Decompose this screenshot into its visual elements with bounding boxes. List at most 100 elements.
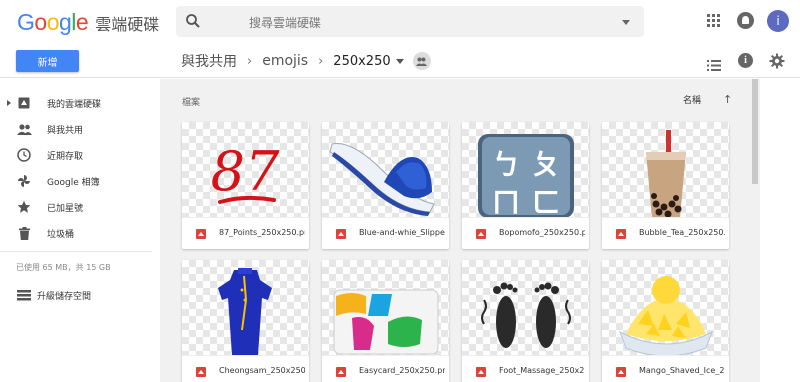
list-view-icon[interactable] (707, 56, 721, 75)
easycard-emoji-image (333, 289, 439, 355)
file-thumbnail (182, 260, 309, 355)
file-name: Cheongsam_250x250.png (219, 366, 305, 375)
sidebar-item-label: Google 相簿 (47, 177, 100, 188)
star-icon (16, 199, 32, 215)
image-file-icon (336, 229, 346, 239)
sidebar-item-trash[interactable]: 垃圾桶 (0, 221, 160, 245)
file-card[interactable]: Mango_Shaved_Ice_250x250.png (602, 260, 729, 382)
svg-text:ㄈ: ㄈ (532, 186, 560, 217)
file-caption: Blue-and-whie_Slippers_250x250.png (322, 217, 449, 249)
sidebar-item-recent[interactable]: 近期存取 (0, 143, 160, 167)
87-points-emoji-image: 87 (211, 140, 280, 204)
breadcrumb: 與我共用 › emojis › 250x250 (181, 51, 431, 71)
photos-pinwheel-icon (16, 173, 32, 189)
file-name: Bopomofo_250x250.png (499, 228, 585, 237)
chevron-right-icon: › (247, 53, 253, 69)
storage-stack-icon (17, 286, 31, 305)
files-section-heading: 檔案 (182, 98, 201, 108)
trash-icon (16, 225, 32, 241)
file-card[interactable]: Easycard_250x250.png (322, 260, 449, 382)
file-card[interactable]: Bubble_Tea_250x250.png (602, 122, 729, 249)
file-thumbnail (602, 260, 729, 355)
file-caption: 87_Points_250x250.png (182, 217, 309, 249)
google-drive-logo[interactable]: Google 雲端硬碟 (17, 9, 160, 35)
sort-control[interactable]: 名稱 ↑ (683, 93, 732, 106)
file-name: 87_Points_250x250.png (219, 228, 305, 237)
new-button[interactable]: 新增 (16, 50, 79, 72)
svg-text:ㄆ: ㄆ (532, 148, 560, 181)
bopomofo-emoji-image: ㄅ ㄆ ㄇ ㄈ (478, 134, 574, 217)
info-icon[interactable]: i (738, 53, 753, 68)
account-avatar[interactable]: i (767, 10, 789, 32)
search-input[interactable]: 搜尋雲端硬碟 (249, 14, 321, 31)
file-name: Easycard_250x250.png (359, 366, 445, 375)
drive-icon (16, 95, 32, 111)
slipper-emoji-image (329, 143, 435, 216)
apps-grid-icon[interactable] (707, 14, 720, 27)
upgrade-storage-label: 升級儲存空間 (37, 291, 92, 302)
file-thumbnail: ㄅ ㄆ ㄇ ㄈ (462, 122, 589, 217)
sidebar-item-label: 垃圾桶 (47, 229, 75, 240)
file-thumbnail (602, 122, 729, 217)
settings-gear-icon[interactable] (769, 53, 785, 73)
clock-icon (16, 147, 32, 163)
file-thumbnail: 87 (182, 122, 309, 217)
cheongsam-emoji-image (218, 268, 272, 355)
file-card[interactable]: Blue-and-whie_Slippers_250x250.png (322, 122, 449, 249)
file-area: 檔案 名稱 ↑ 87 87_Points_250x250.png Blue-an… (160, 79, 760, 382)
image-file-icon (476, 367, 486, 377)
breadcrumb-current-folder[interactable]: 250x250 (333, 54, 390, 69)
image-file-icon (196, 229, 206, 239)
sidebar: 我的雲端硬碟 與我共用 近期存取 Google 相簿 已加星號 垃圾桶 已使用 … (0, 79, 160, 382)
file-thumbnail (322, 122, 449, 217)
folder-menu-dropdown-icon[interactable] (395, 58, 404, 64)
sidebar-item-label: 我的雲端硬碟 (47, 99, 102, 110)
svg-text:87: 87 (211, 140, 280, 203)
scrollbar-thumb[interactable] (752, 79, 758, 184)
shared-people-icon[interactable] (412, 52, 431, 70)
sort-ascending-arrow-icon[interactable]: ↑ (723, 93, 732, 106)
image-file-icon (616, 367, 626, 377)
expand-arrow-icon[interactable] (7, 100, 11, 106)
sidebar-item-google-photos[interactable]: Google 相簿 (0, 169, 160, 193)
sidebar-item-my-drive[interactable]: 我的雲端硬碟 (0, 91, 160, 115)
notifications-bell-icon[interactable] (737, 12, 754, 29)
file-caption: Bopomofo_250x250.png (462, 217, 589, 249)
file-thumbnail (462, 260, 589, 355)
file-card[interactable]: ㄅ ㄆ ㄇ ㄈ Bopomofo_250x250.png (462, 122, 589, 249)
file-thumbnail (322, 260, 449, 355)
bubble-tea-emoji-image (646, 130, 686, 217)
storage-usage-text: 已使用 65 MB，共 15 GB (16, 263, 111, 272)
action-bar: 新增 與我共用 › emojis › 250x250 i (0, 44, 800, 78)
sidebar-item-shared-with-me[interactable]: 與我共用 (0, 117, 160, 141)
chevron-right-icon: › (318, 53, 324, 69)
file-caption: Easycard_250x250.png (322, 355, 449, 382)
file-card[interactable]: 87 87_Points_250x250.png (182, 122, 309, 249)
mango-shaved-ice-emoji-image (619, 276, 713, 355)
upgrade-storage-link[interactable]: 升級儲存空間 (0, 284, 160, 306)
breadcrumb-shared-with-me[interactable]: 與我共用 (181, 51, 237, 71)
file-name: Bubble_Tea_250x250.png (639, 228, 725, 237)
image-file-icon (336, 367, 346, 377)
google-wordmark: Google (17, 9, 89, 35)
breadcrumb-emojis[interactable]: emojis (262, 53, 308, 69)
foot-massage-emoji-image (481, 282, 571, 348)
sidebar-item-label: 已加星號 (47, 203, 84, 214)
sidebar-item-starred[interactable]: 已加星號 (0, 195, 160, 219)
top-bar: Google 雲端硬碟 搜尋雲端硬碟 i (0, 0, 800, 44)
scrollbar-track[interactable] (760, 79, 800, 382)
file-card[interactable]: Cheongsam_250x250.png (182, 260, 309, 382)
svg-text:ㄅ: ㄅ (492, 148, 520, 181)
sort-by-name-label[interactable]: 名稱 (683, 93, 701, 106)
search-box[interactable]: 搜尋雲端硬碟 (176, 6, 644, 37)
search-icon[interactable] (185, 13, 201, 33)
sidebar-item-label: 與我共用 (47, 125, 84, 136)
search-options-dropdown-icon[interactable] (622, 20, 630, 25)
image-file-icon (476, 229, 486, 239)
file-card[interactable]: Foot_Massage_250x250.png (462, 260, 589, 382)
product-name: 雲端硬碟 (95, 15, 160, 34)
people-icon (16, 121, 32, 137)
file-caption: Mango_Shaved_Ice_250x250.png (602, 355, 729, 382)
image-file-icon (196, 367, 206, 377)
file-name: Mango_Shaved_Ice_250x250.png (639, 366, 725, 375)
